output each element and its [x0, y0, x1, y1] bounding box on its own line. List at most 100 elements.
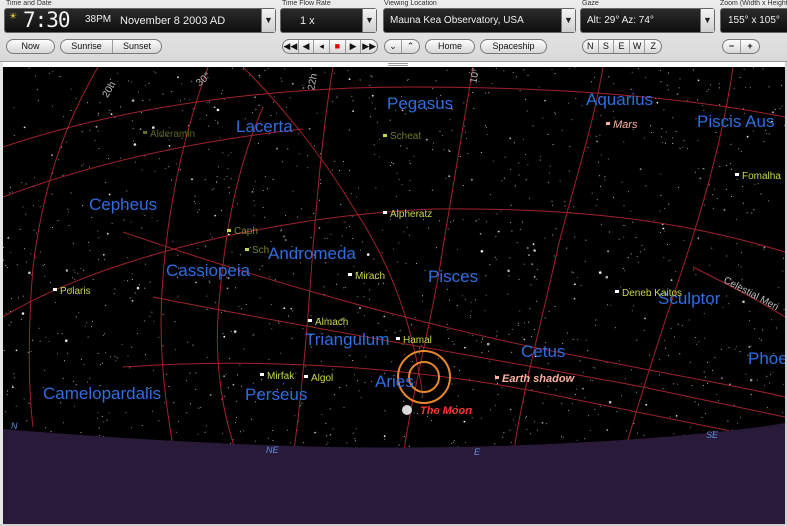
planet-mars[interactable]: Mars: [606, 119, 638, 131]
background-star: [496, 335, 498, 337]
constellation-pisces[interactable]: Pisces: [428, 267, 478, 286]
star-almach[interactable]: Almach: [308, 317, 348, 328]
gaze-south-button[interactable]: S: [599, 40, 615, 53]
star-schedar[interactable]: Sch: [245, 245, 269, 256]
zoom-out-button[interactable]: −: [723, 40, 742, 53]
background-star: [126, 190, 128, 192]
background-star: [513, 419, 515, 421]
background-star: [509, 137, 512, 140]
background-star: [125, 412, 127, 413]
background-star: [509, 429, 511, 431]
background-star: [333, 73, 335, 75]
constellation-lacerta[interactable]: Lacerta: [236, 117, 293, 136]
chevron-down-icon: ▼: [564, 15, 573, 25]
background-star: [404, 435, 406, 437]
constellation-cassiopeia[interactable]: Cassiopeia: [166, 261, 251, 280]
background-star: [99, 102, 101, 104]
play-button[interactable]: ▶: [346, 40, 362, 53]
background-star: [208, 125, 210, 127]
gaze-zenith-button[interactable]: Z: [645, 40, 661, 53]
star-deneb-kaitos[interactable]: Deneb Kaitos: [615, 288, 682, 299]
background-star: [525, 98, 527, 100]
constellation-pegasus[interactable]: Pegasus: [387, 94, 453, 113]
background-star: [44, 369, 46, 371]
svg-text:Almach: Almach: [315, 317, 348, 328]
background-star: [32, 205, 34, 207]
background-star: [141, 169, 143, 171]
star-scheat[interactable]: Scheat: [383, 131, 421, 142]
gaze-select[interactable]: Alt: 29° Az: 74° ▼: [580, 8, 715, 33]
gaze-north-button[interactable]: N: [583, 40, 599, 53]
background-star: [667, 72, 669, 74]
background-star: [782, 383, 784, 385]
gaze-dropdown-button[interactable]: ▼: [700, 9, 714, 32]
constellation-camelopardalis[interactable]: Camelopardalis: [43, 384, 161, 403]
background-star: [9, 192, 11, 194]
reverse-play-icon: ◂: [319, 41, 324, 51]
zoom-display[interactable]: 155° x 105°: [720, 8, 787, 33]
flow-rate-select[interactable]: 1 x ▼: [280, 8, 377, 33]
background-star: [663, 339, 665, 341]
background-star: [230, 331, 232, 333]
constellation-perseus[interactable]: Perseus: [245, 385, 307, 404]
earth-shadow[interactable]: Earth shadow: [495, 373, 576, 385]
gaze-west-button[interactable]: W: [630, 40, 646, 53]
background-star: [252, 335, 254, 337]
stop-button[interactable]: ■: [330, 40, 346, 53]
star-alpheratz[interactable]: Alpheratz: [383, 209, 432, 220]
background-star: [670, 327, 672, 329]
star-alderamin[interactable]: Alderamin: [143, 129, 195, 140]
constellation-cepheus[interactable]: Cepheus: [89, 195, 157, 214]
background-star: [356, 380, 358, 382]
moon[interactable]: The Moon: [402, 405, 472, 417]
star-fomalhaut[interactable]: Fomalha: [735, 171, 781, 182]
sunrise-button[interactable]: Sunrise: [61, 40, 113, 53]
background-star: [291, 337, 293, 339]
fast-rewind-button[interactable]: ◀◀: [283, 40, 299, 53]
background-star: [357, 312, 359, 314]
viewing-location-select[interactable]: Mauna Kea Observatory, USA ▼: [383, 8, 576, 33]
background-star: [453, 220, 455, 222]
constellation-aquarius[interactable]: Aquarius: [586, 90, 653, 109]
background-star: [515, 424, 517, 426]
home-button[interactable]: Home: [425, 39, 475, 54]
background-star: [199, 118, 201, 120]
constellation-aries[interactable]: Aries: [375, 372, 414, 391]
background-star: [486, 134, 488, 135]
location-down-button[interactable]: ⌄: [385, 40, 403, 53]
background-star: [596, 140, 598, 143]
date-dropdown-button[interactable]: ▼: [261, 9, 275, 32]
constellation-cetus[interactable]: Cetus: [521, 342, 565, 361]
sunset-button[interactable]: Sunset: [113, 40, 161, 53]
background-star: [519, 228, 521, 230]
now-button[interactable]: Now: [6, 39, 55, 54]
background-star: [44, 275, 46, 277]
background-star: [525, 417, 527, 419]
star-algol[interactable]: Algol: [304, 373, 333, 384]
constellation-andromeda[interactable]: Andromeda: [268, 244, 356, 263]
time-date-display[interactable]: ☀ 7:30 38PM November 8 2003 AD ▼: [4, 8, 276, 33]
flow-rate-dropdown-button[interactable]: ▼: [362, 9, 376, 32]
background-star: [419, 347, 421, 349]
constellation-phoenix[interactable]: Phoe: [748, 349, 785, 368]
background-star: [474, 299, 476, 301]
spaceship-button[interactable]: Spaceship: [480, 39, 547, 54]
location-up-button[interactable]: ⌃: [402, 40, 419, 53]
star-mirach[interactable]: Mirach: [348, 271, 385, 282]
star-mirfak[interactable]: Mirfak: [260, 371, 295, 382]
sky-view[interactable]: 20h 22h 30° 10° Celestial Meri Pegasus A…: [3, 67, 785, 524]
gaze-east-button[interactable]: E: [614, 40, 630, 53]
fast-forward-button[interactable]: ▶▶: [361, 40, 377, 53]
constellation-piscis-austrinus[interactable]: Piscis Aus: [697, 112, 774, 131]
star-hamal[interactable]: Hamal: [396, 335, 432, 346]
step-back-button[interactable]: ◀: [299, 40, 315, 53]
background-star: [742, 108, 744, 109]
background-star: [564, 205, 566, 207]
background-star: [176, 431, 178, 433]
background-star: [424, 270, 426, 272]
reverse-play-button[interactable]: ◂: [314, 40, 331, 53]
zoom-in-button[interactable]: +: [741, 40, 759, 53]
background-star: [180, 169, 182, 171]
location-dropdown-button[interactable]: ▼: [561, 9, 575, 32]
constellation-triangulum[interactable]: Triangulum: [305, 330, 389, 349]
